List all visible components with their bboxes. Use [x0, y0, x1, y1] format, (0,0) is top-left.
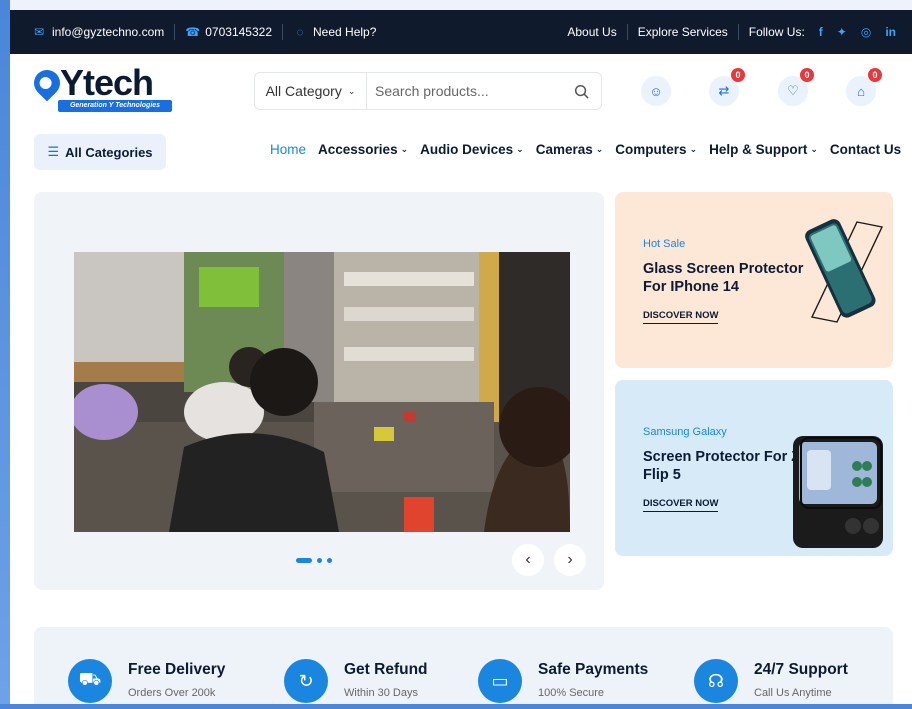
- facebook-icon[interactable]: f: [819, 25, 823, 39]
- features-strip: ⛟ Free Delivery Orders Over 200k ↻ Get R…: [34, 627, 893, 709]
- promo-card-iphone[interactable]: Hot Sale Glass Screen Protector For IPho…: [615, 192, 893, 368]
- chevron-down-icon: ⌄: [347, 85, 356, 96]
- email-link[interactable]: ✉ info@gyztechno.com: [22, 22, 174, 42]
- email-icon: ✉: [33, 25, 45, 39]
- chevron-right-icon: ›: [567, 551, 573, 568]
- hero-slider: ‹ ›: [34, 192, 604, 590]
- wallet-icon: ▭: [478, 659, 522, 703]
- feature-get-refund: ↻ Get Refund Within 30 Days: [284, 657, 428, 703]
- search-icon: [574, 84, 589, 99]
- main-nav: Home Accessories ⌄ Audio Devices ⌄ Cameras…: [270, 142, 901, 157]
- chevron-down-icon: ⌄: [595, 144, 604, 154]
- nav-item-audio-devices[interactable]: Audio Devices ⌄: [420, 142, 524, 157]
- list-icon: ☰: [47, 144, 60, 159]
- wishlist-count-badge: 0: [800, 68, 814, 82]
- slider-dot[interactable]: [296, 558, 312, 563]
- slider-dot[interactable]: [327, 558, 332, 563]
- follow-us: Follow Us: f ✦ ◎ in: [748, 25, 896, 39]
- search-bar: All Category ⌄: [254, 72, 602, 110]
- user-icon: ☺: [649, 83, 663, 99]
- window-left-edge: [0, 0, 10, 709]
- truck-icon: ⛟: [68, 659, 112, 703]
- compare-count-badge: 0: [731, 68, 745, 82]
- chevron-down-icon: ⌄: [516, 144, 524, 154]
- nav-item-cameras[interactable]: Cameras ⌄: [536, 142, 604, 157]
- hero-image: [74, 252, 570, 532]
- nav-item-help-support[interactable]: Help & Support ⌄: [709, 142, 818, 157]
- chevron-down-icon: ⌄: [400, 144, 409, 154]
- discover-now-link[interactable]: DISCOVER NOW: [643, 310, 719, 324]
- nav-item-computers[interactable]: Computers ⌄: [615, 142, 697, 157]
- chevron-left-icon: ‹: [525, 551, 531, 568]
- cart-button[interactable]: ⌂ 0: [846, 68, 882, 106]
- top-bar: ✉ info@gyztechno.com ☎ 0703145322 ◌ Need…: [10, 10, 912, 54]
- workshop-photo: [74, 252, 570, 532]
- window-top-edge: [0, 0, 912, 10]
- slider-dots: [296, 558, 332, 563]
- chevron-down-icon: ⌄: [689, 144, 698, 154]
- chevron-down-icon: ⌄: [810, 144, 818, 154]
- feature-support: ☊ 24/7 Support Call Us Anytime: [694, 657, 848, 703]
- nav-item-home[interactable]: Home: [270, 142, 306, 157]
- about-us-link[interactable]: About Us: [557, 22, 626, 42]
- phone-link[interactable]: ☎ 0703145322: [175, 22, 282, 42]
- help-link[interactable]: ◌ Need Help?: [283, 22, 386, 42]
- heart-icon: ♡: [787, 83, 799, 98]
- refresh-icon: ↻: [284, 659, 328, 703]
- compare-button[interactable]: ⇄ 0: [709, 68, 745, 106]
- explore-services-link[interactable]: Explore Services: [628, 22, 738, 42]
- headset-icon: ☊: [694, 659, 738, 703]
- linkedin-icon[interactable]: in: [885, 25, 896, 39]
- bag-icon: ⌂: [857, 83, 865, 99]
- search-button[interactable]: [561, 73, 601, 109]
- cart-count-badge: 0: [868, 68, 882, 82]
- compare-icon: ⇄: [718, 83, 730, 98]
- site-logo[interactable]: Ytech Generation Y Technologies: [28, 62, 176, 114]
- headset-icon: ☎: [185, 25, 201, 39]
- window-bottom-edge: [0, 704, 912, 709]
- instagram-icon[interactable]: ◎: [861, 25, 871, 39]
- discover-now-link[interactable]: DISCOVER NOW: [643, 498, 719, 512]
- twitter-icon[interactable]: ✦: [837, 25, 847, 39]
- wishlist-button[interactable]: ♡ 0: [778, 68, 814, 106]
- account-button[interactable]: ☺: [641, 76, 671, 106]
- promo-card-zflip[interactable]: Samsung Galaxy Screen Protector For Z Fl…: [615, 380, 893, 556]
- phone-glass-image: [805, 219, 884, 323]
- feature-safe-payments: ▭ Safe Payments 100% Secure: [478, 657, 648, 703]
- slider-dot[interactable]: [317, 558, 322, 563]
- search-input[interactable]: [367, 73, 561, 109]
- zflip-phone-image: [793, 436, 883, 548]
- category-select[interactable]: All Category ⌄: [255, 73, 367, 109]
- nav-item-contact-us[interactable]: Contact Us: [830, 142, 901, 157]
- slider-prev-button[interactable]: ‹: [512, 544, 544, 576]
- nav-item-accessories[interactable]: Accessories ⌄: [318, 142, 408, 157]
- slider-next-button[interactable]: ›: [554, 544, 586, 576]
- all-categories-button[interactable]: ☰ All Categories: [34, 134, 166, 170]
- feature-free-delivery: ⛟ Free Delivery Orders Over 200k: [68, 657, 225, 703]
- chat-icon: ◌: [296, 25, 304, 39]
